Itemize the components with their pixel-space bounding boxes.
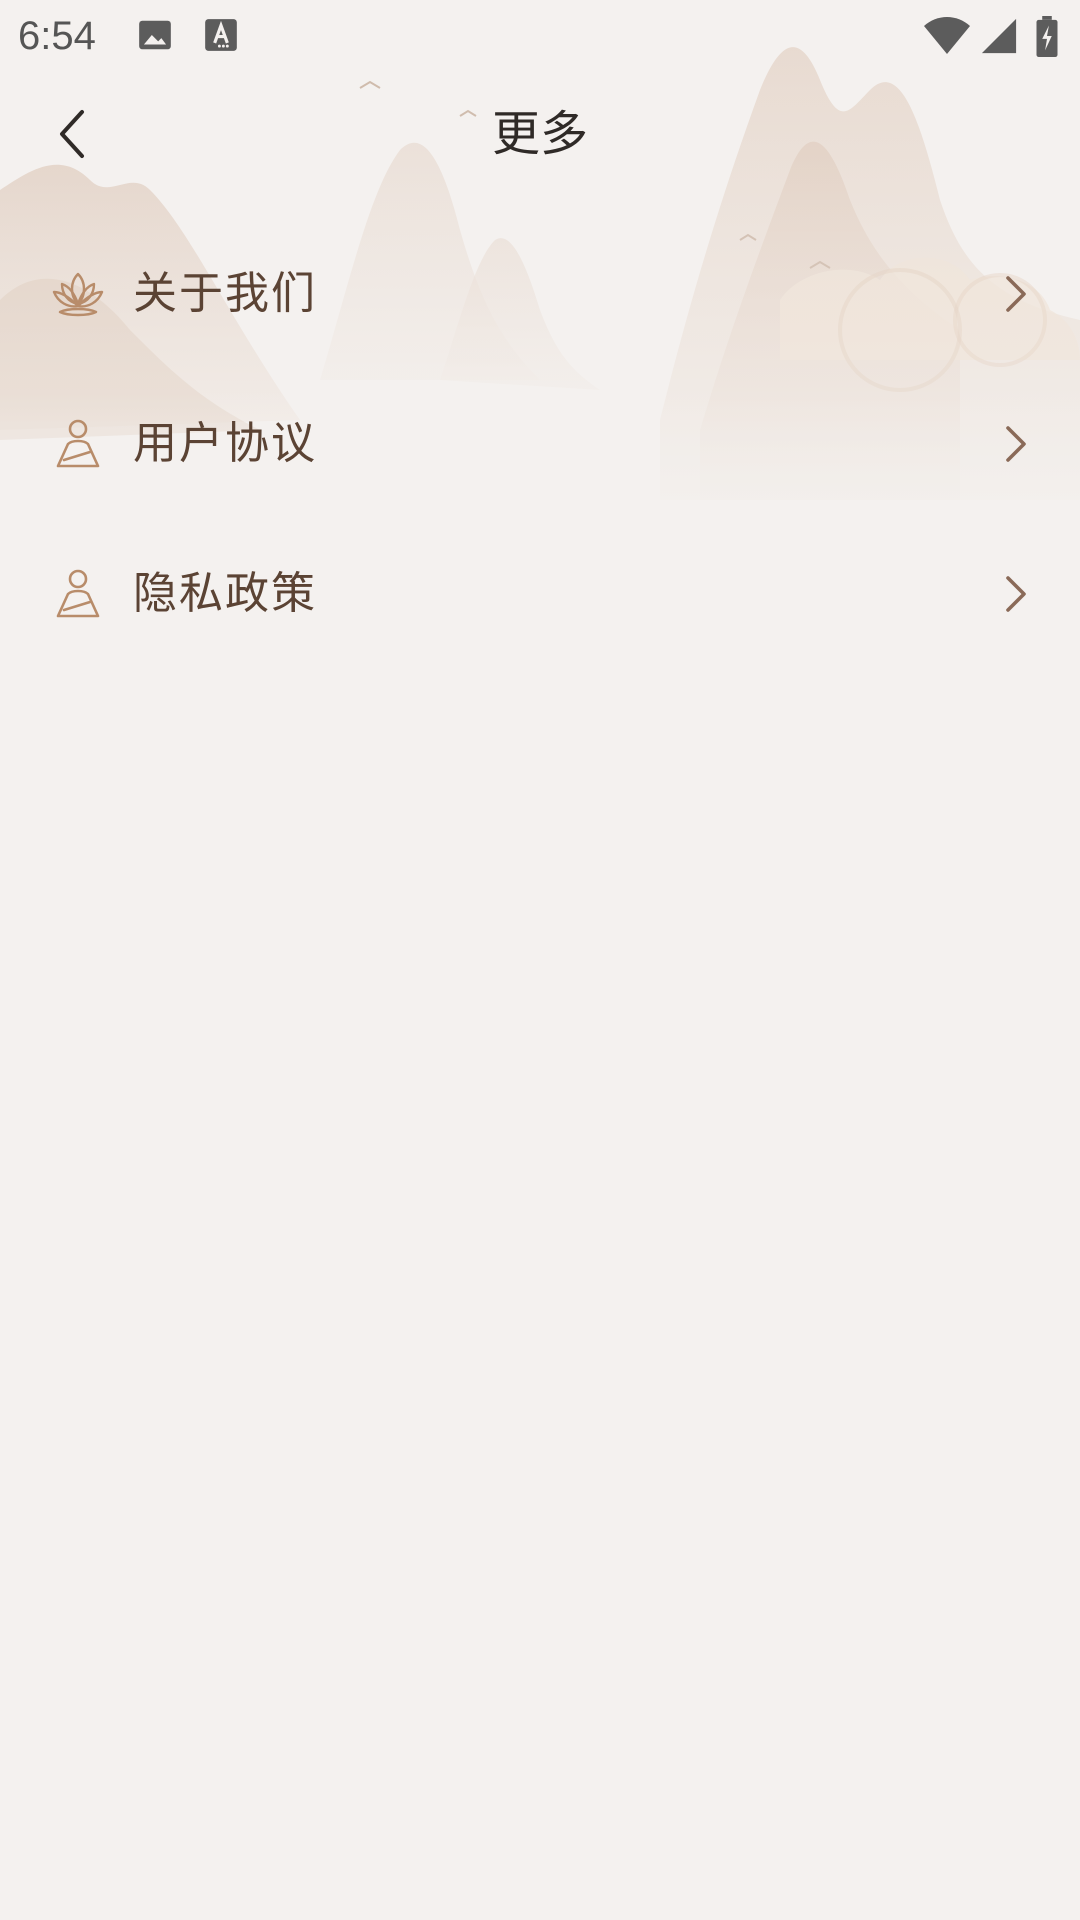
header: 更多 <box>0 72 1080 204</box>
menu-item-label: 关于我们 <box>133 268 317 319</box>
image-icon <box>139 20 171 50</box>
chevron-right-icon <box>1006 276 1026 312</box>
chevron-right-icon <box>1006 576 1026 612</box>
page-title: 更多 <box>491 106 588 162</box>
status-time: 6:54 <box>18 14 96 58</box>
menu-item-label: 用户协议 <box>133 418 317 469</box>
menu-item-label: 隐私政策 <box>133 568 317 619</box>
menu-item-privacy-policy[interactable]: 隐私政策 <box>0 518 1080 668</box>
cellular-signal-icon <box>981 18 1017 54</box>
text-recognition-icon <box>205 19 237 51</box>
chevron-right-icon <box>1006 426 1026 462</box>
battery-charging-icon <box>1036 16 1058 58</box>
more-screen: 6:54 更多 关于我们 用户协议 隐私政策 <box>0 0 1080 1920</box>
lotus-icon <box>52 272 104 317</box>
menu-list: 关于我们 用户协议 隐私政策 <box>0 218 1080 668</box>
meditating-person-icon <box>56 569 100 618</box>
wifi-icon <box>924 17 970 54</box>
menu-item-user-agreement[interactable]: 用户协议 <box>0 368 1080 518</box>
menu-item-about-us[interactable]: 关于我们 <box>0 218 1080 368</box>
status-bar: 6:54 <box>0 0 1080 72</box>
meditating-person-icon <box>56 419 100 468</box>
